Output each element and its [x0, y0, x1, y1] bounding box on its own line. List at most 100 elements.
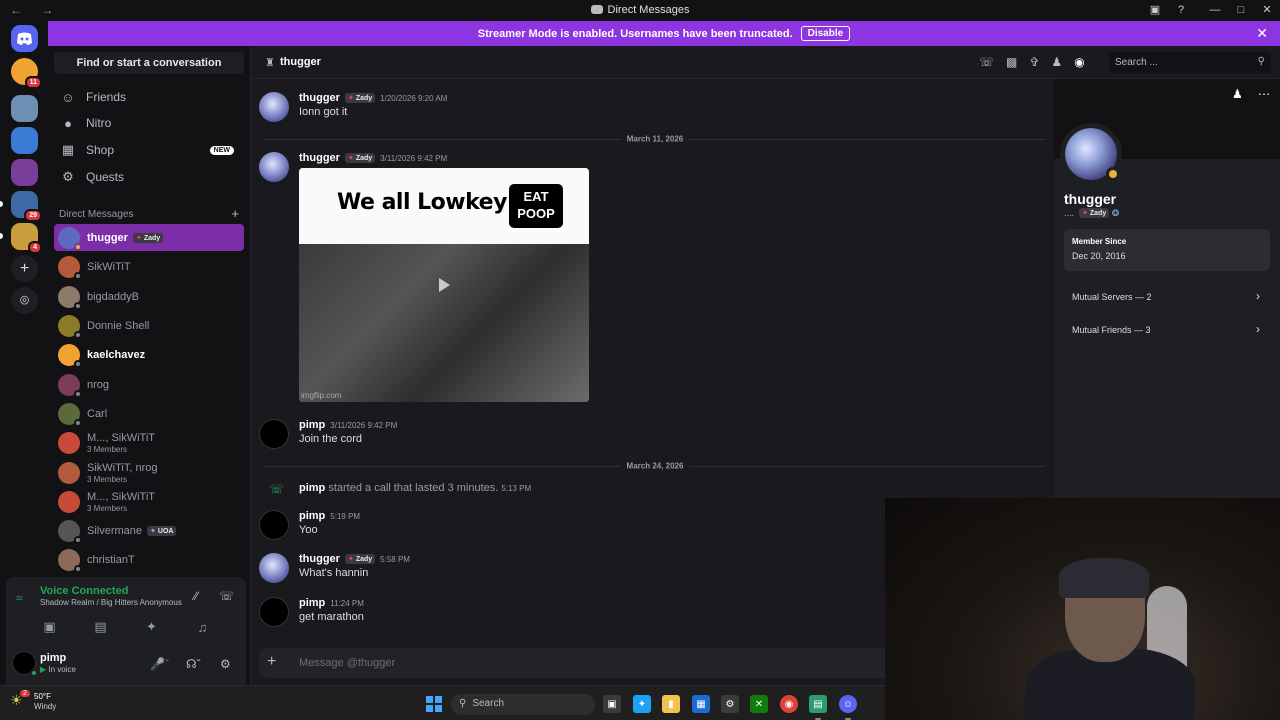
add-friend-icon[interactable]: ♟	[1232, 87, 1243, 101]
soundboard-icon[interactable]: ♫	[193, 617, 213, 637]
mute-icon[interactable]: 🎤ˇ	[150, 657, 169, 671]
author-name[interactable]: pimp	[299, 510, 325, 522]
author-name[interactable]: thugger	[299, 152, 340, 164]
author-avatar[interactable]	[259, 92, 289, 122]
help-icon[interactable]: ?	[1168, 0, 1194, 21]
dm-name: bigdaddyB	[87, 290, 139, 303]
author-avatar[interactable]	[259, 152, 289, 182]
guild-tag-text: Zady	[355, 95, 373, 102]
voice-call-icon[interactable]: ☏	[979, 55, 994, 69]
server-icon[interactable]	[11, 127, 38, 154]
camera-icon[interactable]: ▣	[40, 617, 60, 637]
mutual-friends-row[interactable]: Mutual Friends — 3 ›	[1064, 315, 1270, 345]
file-explorer-icon[interactable]: ▮	[662, 695, 680, 713]
settings-icon[interactable]: ⚙	[220, 657, 231, 671]
search-input[interactable]: Search ... ⚲	[1109, 52, 1271, 73]
nav-shop[interactable]: ▦ Shop NEW	[54, 138, 244, 162]
quests-icon: ⚙	[62, 169, 74, 184]
dm-item[interactable]: bigdaddyB	[54, 283, 244, 310]
author-name[interactable]: pimp	[299, 419, 325, 431]
nav-quests[interactable]: ⚙ Quests	[54, 165, 244, 189]
guild-tag: ✦ Zady	[344, 93, 376, 103]
video-call-icon[interactable]: ▩	[1006, 55, 1017, 69]
close-button[interactable]: ✕	[1254, 0, 1280, 21]
group-dm-item[interactable]: M..., SikWiTiT 3 Members	[54, 488, 244, 515]
start-button[interactable]	[426, 696, 442, 712]
status-indicator	[74, 564, 82, 573]
twitter-icon[interactable]: ✦	[633, 695, 651, 713]
dm-item[interactable]: christianT	[54, 546, 244, 573]
find-conversation-input[interactable]: Find or start a conversation	[54, 52, 244, 74]
group-dm-item[interactable]: M..., SikWiTiT 3 Members	[54, 429, 244, 456]
author-name[interactable]: thugger	[299, 92, 340, 104]
recipient-name[interactable]: thugger	[280, 56, 321, 68]
app-icon[interactable]: ▤	[809, 695, 827, 713]
xbox-icon[interactable]: ✕	[750, 695, 768, 713]
activities-icon[interactable]: ✦	[142, 617, 162, 637]
dm-item[interactable]: Donnie Shell	[54, 312, 244, 339]
task-view-icon[interactable]: ▣	[603, 695, 621, 713]
inbox-icon[interactable]: ▣	[1142, 0, 1168, 21]
close-icon[interactable]: ✕	[1256, 25, 1268, 42]
settings-icon[interactable]: ⚙	[721, 695, 739, 713]
dm-item[interactable]: Silvermane ✦ UOA	[54, 517, 244, 544]
nav-label: Friends	[86, 90, 127, 104]
pin-icon[interactable]: ✞	[1029, 55, 1039, 69]
dm-item[interactable]: kaelchavez	[54, 341, 244, 368]
discord-home-button[interactable]	[11, 25, 38, 52]
chrome-icon[interactable]: ◉	[780, 695, 798, 713]
server-icon[interactable]: 29	[11, 191, 42, 222]
user-area: pimp ▶ In voice 🎤ˇ ☊ˇ ⚙	[6, 645, 246, 685]
server-icon[interactable]: 4	[11, 223, 42, 254]
disconnect-icon[interactable]: ☏	[219, 589, 234, 603]
header-actions: ☏ ▩ ✞ ♟ ◉	[979, 55, 1085, 69]
mutual-servers-row[interactable]: Mutual Servers — 2 ›	[1064, 282, 1270, 312]
minimize-button[interactable]: —	[1202, 0, 1228, 21]
avatar	[58, 548, 82, 573]
create-dm-icon[interactable]: +	[231, 207, 239, 220]
author-avatar[interactable]	[259, 510, 289, 540]
group-dm-item[interactable]: SikWiTiT, nrog 3 Members	[54, 459, 244, 486]
tag-icon: ✦	[347, 95, 354, 102]
maximize-button[interactable]: □	[1228, 0, 1254, 21]
play-icon[interactable]	[439, 278, 450, 292]
discord-taskbar-icon[interactable]: ☺	[839, 695, 857, 713]
dm-item[interactable]: SikWiTiT	[54, 253, 244, 280]
author-avatar[interactable]	[259, 553, 289, 583]
dm-name: M..., SikWiTiT	[87, 431, 156, 444]
add-friends-icon[interactable]: ♟	[1051, 55, 1062, 69]
disable-button[interactable]: Disable	[800, 26, 851, 41]
weather-widget[interactable]: ☀ 2 50°F Windy	[10, 690, 56, 712]
more-icon[interactable]: ⋯	[1258, 87, 1270, 101]
add-server-icon[interactable]: +	[11, 255, 38, 282]
weather-icon: ☀ 2	[10, 690, 30, 710]
dm-item[interactable]: Carl	[54, 400, 244, 427]
author-avatar[interactable]	[259, 419, 289, 449]
author-name[interactable]: pimp	[299, 597, 325, 609]
server-icon[interactable]	[11, 159, 38, 186]
dm-item[interactable]: thugger ✦ Zady	[54, 224, 244, 251]
author-name[interactable]: thugger	[299, 553, 340, 565]
author-avatar[interactable]	[259, 597, 289, 627]
headphones-icon[interactable]: ☊ˇ	[186, 657, 201, 671]
upload-icon[interactable]: +	[267, 653, 276, 671]
status-indicator	[74, 242, 82, 251]
noise-suppression-icon[interactable]: ∕∕	[194, 589, 198, 603]
voice-channel[interactable]: Shadow Realm / Big Hitters Anonymous	[40, 598, 182, 607]
dm-item[interactable]: nrog	[54, 371, 244, 398]
message-header: pimp 3/11/2026 9:42 PM	[299, 419, 397, 431]
screen-share-icon[interactable]: ▤	[91, 617, 111, 637]
taskbar-search[interactable]: ⚲ Search	[451, 694, 595, 715]
dm-avatar-notification[interactable]: 11	[11, 58, 42, 89]
streamer-mode-banner: Streamer Mode is enabled. Usernames have…	[48, 21, 1280, 46]
server-icon[interactable]	[11, 95, 38, 122]
nav-nitro[interactable]: ● Nitro	[54, 111, 244, 135]
timestamp: 11:24 PM	[330, 599, 364, 608]
discover-icon[interactable]: ◎	[11, 287, 38, 314]
store-icon[interactable]: ▦	[692, 695, 710, 713]
author-name[interactable]: pimp	[299, 482, 325, 494]
nav-friends[interactable]: ☺ Friends	[54, 85, 244, 109]
gif-attachment[interactable]: We all Lowkey EAT POOP imgflip.com	[299, 168, 589, 402]
user-profile-icon[interactable]: ◉	[1074, 55, 1084, 69]
